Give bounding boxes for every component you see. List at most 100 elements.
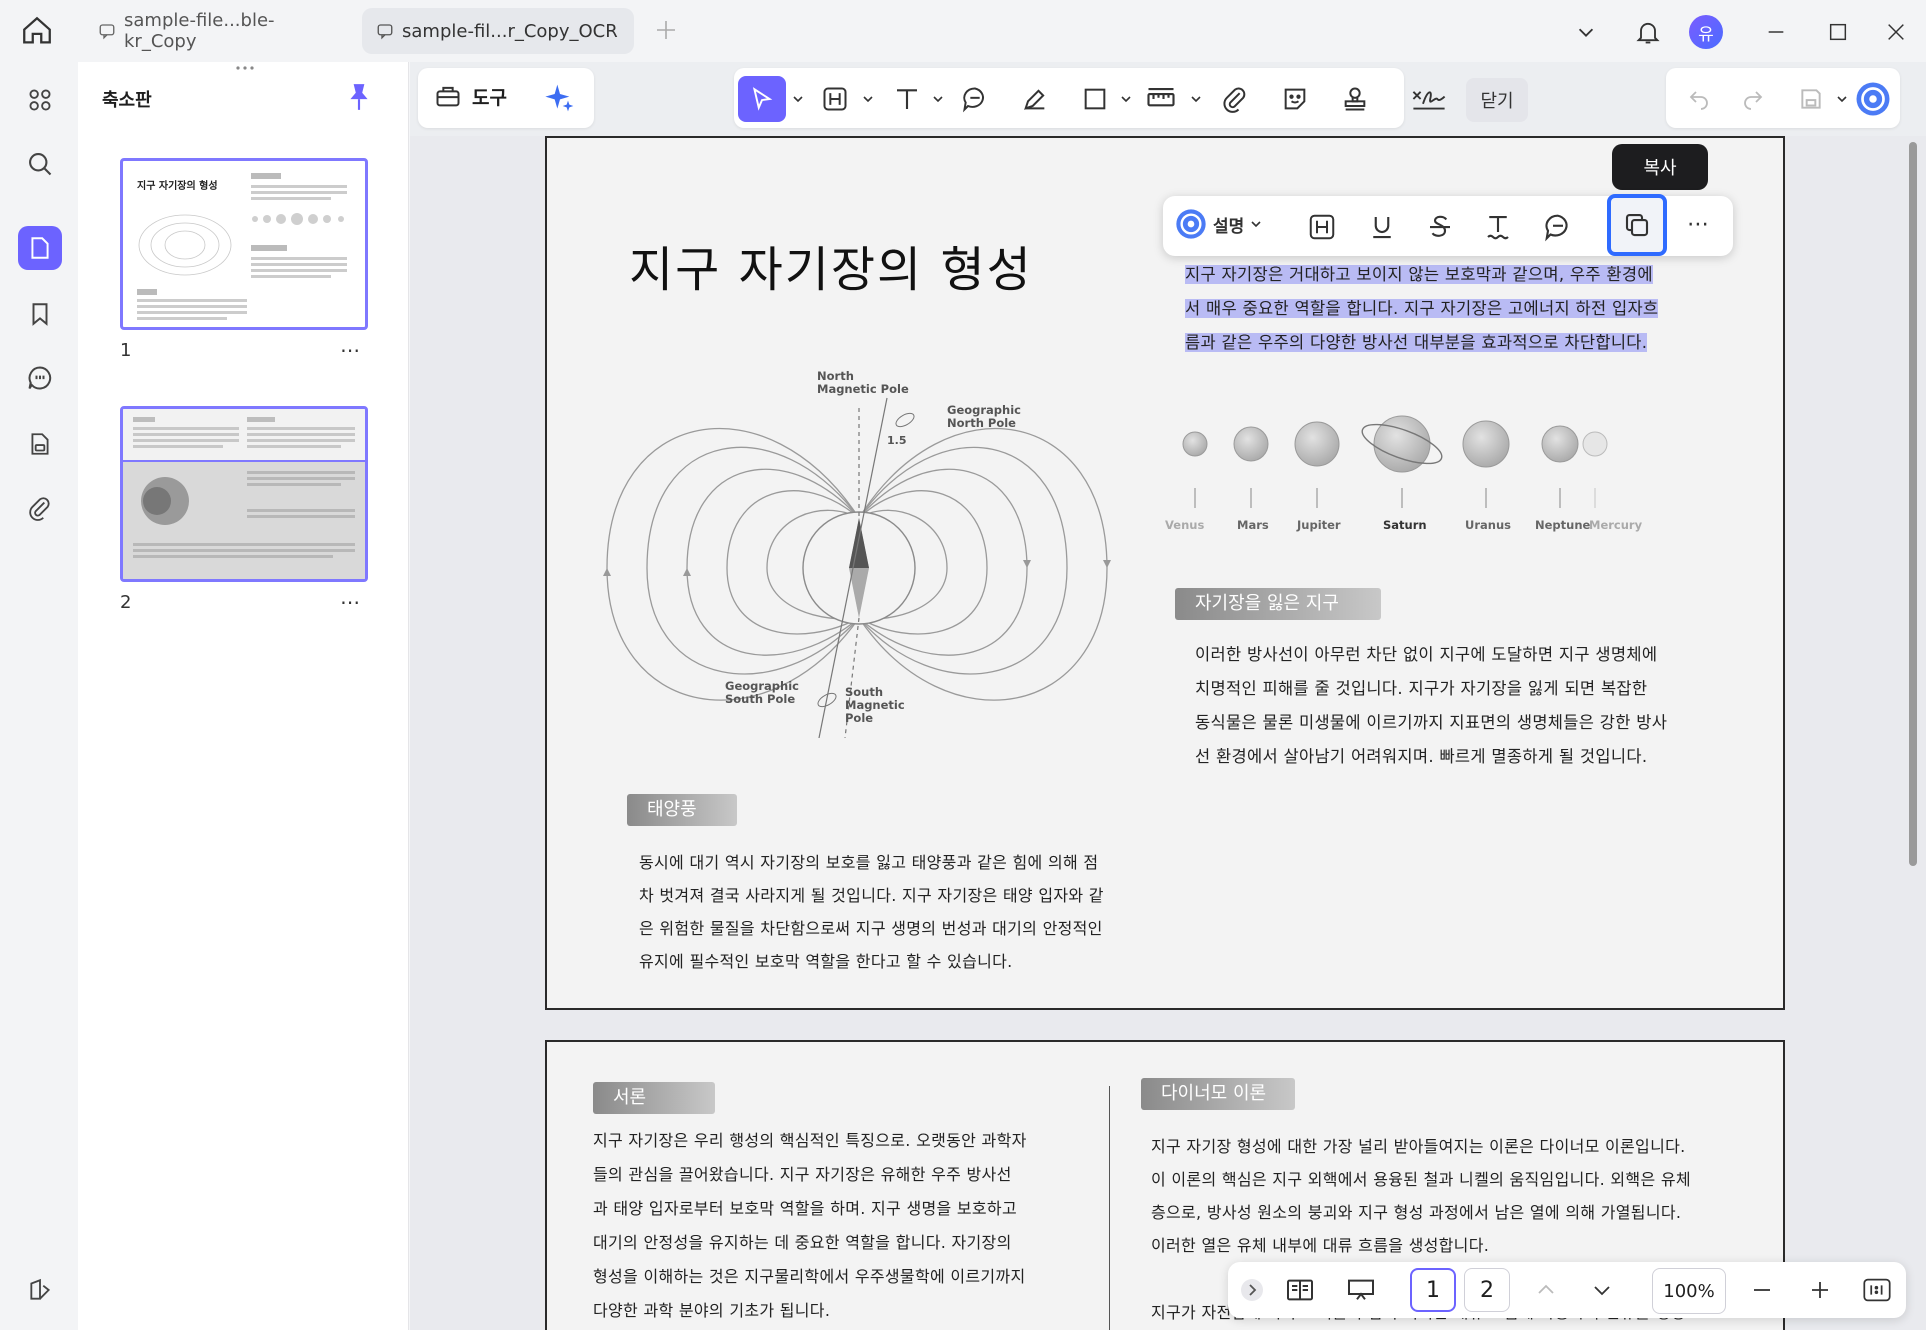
add-comment-button[interactable] bbox=[1537, 206, 1579, 248]
bookmark-icon[interactable] bbox=[18, 292, 62, 336]
maximize-button[interactable] bbox=[1818, 12, 1858, 52]
squiggly-text-button[interactable] bbox=[1477, 206, 1519, 248]
bell-icon[interactable] bbox=[1628, 12, 1668, 52]
page-thumbnail-1[interactable]: 지구 자기장의 형성 bbox=[120, 158, 368, 330]
text-line: 들의 관심을 끌어왔습니다. 지구 자기장은 유해한 우주 방사선 bbox=[593, 1165, 1012, 1184]
pen-tool-button[interactable] bbox=[1014, 78, 1056, 120]
panel-title: 축소판 bbox=[102, 90, 152, 111]
theme-icon[interactable] bbox=[18, 1268, 62, 1312]
select-tool-button[interactable] bbox=[738, 76, 786, 122]
strikethrough-text-button[interactable] bbox=[1419, 206, 1461, 248]
measure-chevron-icon[interactable] bbox=[1190, 94, 1202, 104]
tools-label: 도구 bbox=[472, 86, 507, 109]
more-options-icon[interactable]: ⋯ bbox=[1687, 212, 1709, 237]
signature-tool-button[interactable] bbox=[1408, 78, 1450, 120]
select-chevron-icon[interactable] bbox=[792, 94, 804, 104]
south-magnetic-pole-label: South Magnetic Pole bbox=[845, 685, 905, 725]
text-line: 이러한 열은 유체 내부에 대류 흐름을 생성합니다. bbox=[1151, 1236, 1490, 1255]
text-tool-button[interactable] bbox=[886, 78, 928, 120]
text-line: 과 태양 입자로부터 보호막 역할을 하며. 지구 생명을 보호하고 bbox=[593, 1199, 1017, 1218]
document-viewport[interactable]: 지구 자기장의 형성 지구 자기장은 거대하고 보이지 않는 보호막과 같으며,… bbox=[410, 136, 1906, 1330]
page-2-more-icon[interactable]: ⋯ bbox=[340, 590, 361, 614]
page-number-1: 1 bbox=[120, 340, 132, 361]
text-chevron-icon[interactable] bbox=[932, 94, 944, 104]
highlight-tool-button[interactable] bbox=[814, 78, 856, 120]
tab-document-1[interactable]: sample-file...ble-kr_Copy bbox=[84, 8, 360, 54]
grid-view-icon[interactable] bbox=[18, 78, 62, 122]
selected-paragraph[interactable]: 지구 자기장은 거대하고 보이지 않는 보호막과 같으며, 우주 환경에 서 매… bbox=[1185, 258, 1659, 360]
attach-tool-button[interactable] bbox=[1214, 78, 1256, 120]
collapse-bar-icon[interactable] bbox=[1240, 1278, 1264, 1302]
measure-tool-button[interactable] bbox=[1140, 78, 1182, 120]
ai-assistant-icon[interactable] bbox=[1852, 78, 1894, 120]
ai-assistant-icon bbox=[1175, 208, 1207, 240]
reading-mode-icon[interactable] bbox=[1284, 1274, 1316, 1306]
ai-sparkle-icon[interactable] bbox=[544, 82, 576, 114]
avatar[interactable]: 유 bbox=[1686, 12, 1726, 52]
thumbnails-icon[interactable] bbox=[18, 226, 62, 270]
drag-handle[interactable] bbox=[230, 64, 260, 72]
tab-list-chevron-icon[interactable] bbox=[1566, 12, 1606, 52]
close-tools-button[interactable]: 닫기 bbox=[1466, 78, 1528, 122]
zoom-in-icon[interactable] bbox=[1808, 1278, 1832, 1302]
close-label: 닫기 bbox=[1480, 91, 1514, 112]
redo-button[interactable] bbox=[1732, 78, 1774, 120]
avatar-initial: 유 bbox=[1689, 15, 1723, 49]
zoom-level-field[interactable]: 100% bbox=[1652, 1268, 1726, 1314]
new-tab-plus-icon[interactable] bbox=[654, 18, 678, 42]
zoom-out-icon[interactable] bbox=[1750, 1278, 1774, 1302]
tools-button[interactable]: 도구 bbox=[434, 82, 507, 110]
thumbnail-1-preview bbox=[137, 173, 347, 320]
section-tag-dynamo: 다이너모 이론 bbox=[1141, 1078, 1295, 1110]
undo-button[interactable] bbox=[1678, 78, 1720, 120]
sticker-tool-button[interactable] bbox=[1274, 78, 1316, 120]
tools-group: 도구 bbox=[418, 68, 594, 128]
actual-size-icon[interactable] bbox=[1862, 1276, 1892, 1304]
planets-illustration bbox=[1182, 415, 1579, 508]
pin-icon[interactable] bbox=[346, 82, 372, 112]
underline-text-button[interactable] bbox=[1361, 206, 1403, 248]
highlight-text-button[interactable] bbox=[1301, 206, 1343, 248]
paperclip-icon[interactable] bbox=[18, 486, 62, 530]
magnetic-field-diagram bbox=[603, 397, 1111, 738]
tab-label: sample-fil...r_Copy_OCR bbox=[402, 20, 618, 42]
thumbnail-panel: 축소판 지구 자기장의 형성 1 ⋯ 2 ⋯ bbox=[78, 62, 409, 1330]
planet-label: Mercury bbox=[1589, 518, 1643, 532]
shape-chevron-icon[interactable] bbox=[1120, 94, 1132, 104]
page-thumbnail-2[interactable] bbox=[120, 406, 368, 582]
search-icon[interactable] bbox=[18, 142, 62, 186]
page-1-more-icon[interactable]: ⋯ bbox=[340, 338, 361, 362]
attachments-doc-icon[interactable] bbox=[18, 422, 62, 466]
close-window-button[interactable] bbox=[1876, 12, 1916, 52]
geographic-north-pole-label: Geographic North Pole bbox=[947, 403, 1021, 430]
save-chevron-icon[interactable] bbox=[1836, 94, 1848, 104]
stamp-tool-button[interactable] bbox=[1334, 78, 1376, 120]
page-1-button[interactable]: 1 bbox=[1410, 1268, 1456, 1312]
home-icon[interactable] bbox=[20, 14, 54, 48]
ai-explain-dropdown[interactable]: 설명 bbox=[1175, 208, 1262, 240]
planet-label: Saturn bbox=[1383, 518, 1427, 532]
minimize-button[interactable] bbox=[1756, 12, 1796, 52]
text-line: 차 벗겨져 결국 사라지게 될 것입니다. 지구 자기장은 태양 입자와 같 bbox=[639, 886, 1104, 905]
copy-button[interactable] bbox=[1607, 194, 1667, 256]
scrollbar-thumb[interactable] bbox=[1909, 142, 1917, 866]
comments-icon[interactable] bbox=[18, 356, 62, 400]
text-line: 이러한 방사선이 아무런 차단 없이 지구에 도달하면 지구 생명체에 bbox=[1195, 645, 1658, 664]
toolbox-icon bbox=[434, 82, 462, 110]
comment-tool-button[interactable] bbox=[954, 78, 996, 120]
presentation-icon[interactable] bbox=[1344, 1274, 1378, 1306]
shape-tool-button[interactable] bbox=[1074, 78, 1116, 120]
tab-document-2[interactable]: sample-fil...r_Copy_OCR bbox=[362, 8, 634, 54]
next-page-icon[interactable] bbox=[1590, 1278, 1614, 1302]
history-group bbox=[1666, 68, 1900, 128]
text-line: 지구 자기장 형성에 대한 가장 널리 받아들여지는 이론은 다이너모 이론입니… bbox=[1151, 1137, 1686, 1156]
page-2-button[interactable]: 2 bbox=[1464, 1268, 1510, 1312]
intro-paragraph: 지구 자기장은 우리 행성의 핵심적인 특징으로. 오랫동안 과학자 들의 관심… bbox=[593, 1124, 1027, 1328]
pdf-page-1: 지구 자기장의 형성 지구 자기장은 거대하고 보이지 않는 보호막과 같으며,… bbox=[545, 136, 1785, 1010]
tab-label: sample-file...ble-kr_Copy bbox=[124, 10, 275, 52]
highlight-chevron-icon[interactable] bbox=[862, 94, 874, 104]
section-tag-intro: 서론 bbox=[593, 1082, 715, 1114]
previous-page-icon[interactable] bbox=[1534, 1278, 1558, 1302]
save-icon[interactable] bbox=[1790, 78, 1832, 120]
geographic-south-pole-label: Geographic South Pole bbox=[725, 679, 799, 706]
